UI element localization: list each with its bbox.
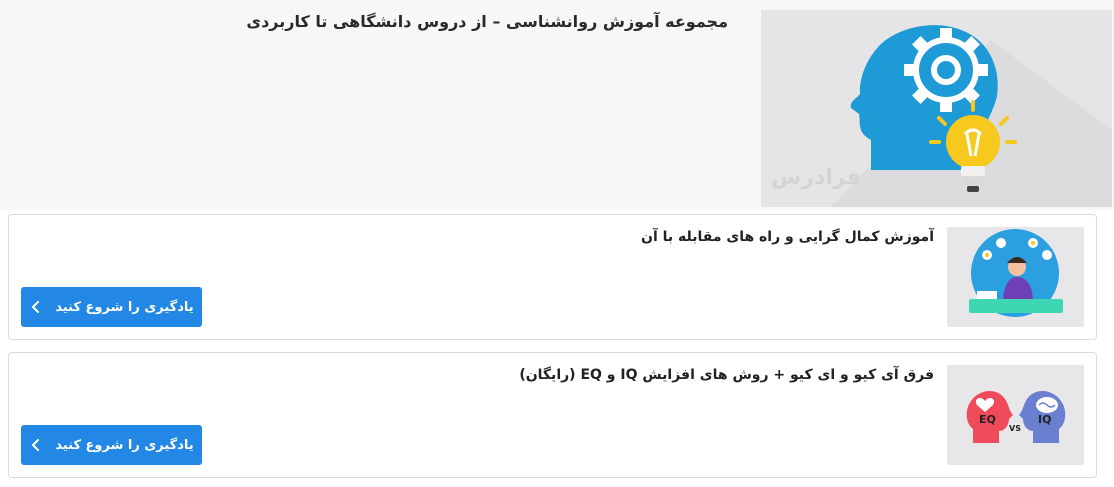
button-label: یادگیری را شروع کنید	[55, 299, 194, 315]
chevron-left-icon	[32, 301, 40, 313]
chevron-left-icon	[32, 439, 40, 451]
vs-label: VS	[1009, 424, 1021, 433]
course-thumbnail[interactable]: EQ VS IQ	[947, 365, 1084, 465]
eq-vs-iq-icon: EQ VS IQ	[966, 390, 1066, 443]
course-card[interactable]: EQ VS IQ فرق آی کیو و ای کیو + روش های ا…	[8, 352, 1097, 478]
start-learning-button[interactable]: یادگیری را شروع کنید	[21, 425, 202, 465]
course-title[interactable]: آموزش کمال گرایی و راه های مقابله با آن	[641, 229, 934, 245]
hero-image: فرادرس	[761, 10, 1112, 207]
watermark: فرادرس	[771, 165, 861, 190]
collection-header: مجموعه آموزش روانشناسی – از دروس دانشگاه…	[0, 0, 1114, 210]
iq-label: IQ	[1038, 413, 1051, 426]
person-thinking-icon	[969, 229, 1063, 317]
course-title[interactable]: فرق آی کیو و ای کیو + روش های افزایش IQ …	[519, 367, 934, 383]
course-card[interactable]: آموزش کمال گرایی و راه های مقابله با آن …	[8, 214, 1097, 340]
eq-label: EQ	[979, 413, 996, 426]
course-thumbnail[interactable]	[947, 227, 1084, 327]
start-learning-button[interactable]: یادگیری را شروع کنید	[21, 287, 202, 327]
page-title: مجموعه آموزش روانشناسی – از دروس دانشگاه…	[246, 12, 728, 31]
button-label: یادگیری را شروع کنید	[55, 437, 194, 453]
